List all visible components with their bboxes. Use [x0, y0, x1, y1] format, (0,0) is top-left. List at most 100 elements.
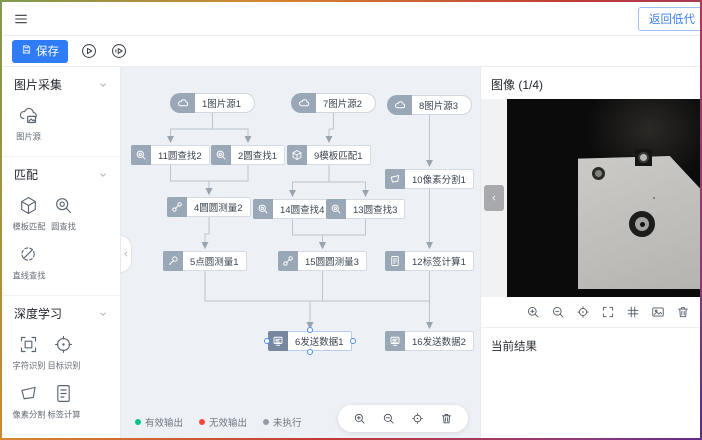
- flow-node-6发送数据1[interactable]: 6发送数据1: [268, 331, 352, 351]
- flow-node-11圆查找2[interactable]: 11圆查找2: [131, 145, 210, 165]
- flow-node-9模板匹配1[interactable]: 9模板匹配1: [287, 145, 371, 165]
- zoom-out-button[interactable]: [382, 412, 395, 425]
- flow-node-4圆圆测量2[interactable]: 4圆圆测量2: [167, 197, 251, 217]
- cube-icon: [18, 195, 39, 216]
- tool-item-模板匹配[interactable]: 模板匹配: [11, 195, 46, 233]
- section-header[interactable]: 匹配: [2, 157, 120, 188]
- section-header[interactable]: 深度学习: [2, 296, 120, 327]
- image-fit-icon: [651, 305, 665, 319]
- center-button[interactable]: [576, 305, 590, 319]
- flow-node-8图片源3[interactable]: 8图片源3: [387, 95, 472, 115]
- flow-canvas[interactable]: 1图片源1 7图片源2 8图片源3 11圆查找2 2圆查找19模板匹配1 10像素分割1 4…: [121, 67, 480, 438]
- node-label: 6发送数据1: [288, 331, 352, 351]
- image-viewer: [481, 99, 700, 297]
- run-button[interactable]: [79, 42, 98, 61]
- selection-handle[interactable]: [350, 338, 356, 344]
- tool-item-目标识别[interactable]: 目标识别: [46, 334, 81, 372]
- back-to-lowcode-button[interactable]: 返回低代: [638, 7, 700, 31]
- send-icon: [268, 331, 288, 351]
- locate-button[interactable]: [411, 412, 424, 425]
- magnifier-plus-icon: [526, 305, 540, 319]
- selection-handle[interactable]: [307, 327, 313, 333]
- flow-node-16发送数据2[interactable]: 16发送数据2: [385, 331, 474, 351]
- circle-search-icon: [131, 145, 151, 165]
- tool-item-字符识别[interactable]: 字符识别: [11, 334, 46, 372]
- polygon-icon: [18, 383, 39, 404]
- flow-node-12标签计算1[interactable]: 12标签计算1: [385, 251, 474, 271]
- legend-item: 未执行: [263, 415, 302, 429]
- flow-nodes-layer: 1图片源1 7图片源2 8图片源3 11圆查找2 2圆查找19模板匹配1 10像素分割1 4…: [121, 67, 480, 438]
- section-header[interactable]: 测量: [2, 435, 120, 438]
- prev-image-button[interactable]: [484, 185, 504, 211]
- cloud-image-icon: [18, 105, 39, 126]
- selection-handle[interactable]: [264, 338, 270, 344]
- zoom-in-button[interactable]: [353, 412, 366, 425]
- flow-node-10像素分割1[interactable]: 10像素分割1: [385, 169, 474, 189]
- fit-image-button[interactable]: [651, 305, 665, 319]
- status-legend: 有效输出无效输出未执行: [135, 415, 302, 429]
- app-window: 返回低代 保存 图片采集图片源匹配模板匹配圆查找直线查找深度学习字符识别目标识别…: [2, 2, 700, 438]
- save-label: 保存: [36, 43, 59, 59]
- tool-item-标签计算[interactable]: 标签计算: [46, 383, 81, 421]
- menu-icon[interactable]: [12, 10, 30, 28]
- delete-button[interactable]: [440, 412, 453, 425]
- tool-label: 字符识别: [12, 360, 45, 372]
- circle-search-icon: [326, 199, 346, 219]
- tool-label: 圆查找: [51, 221, 76, 233]
- tool-item-像素分割[interactable]: 像素分割: [11, 383, 46, 421]
- step-run-button[interactable]: [109, 42, 128, 61]
- flow-node-13圆查找3[interactable]: 13圆查找3: [326, 199, 405, 219]
- section-header[interactable]: 图片采集: [2, 67, 120, 98]
- trash-icon: [676, 305, 690, 319]
- sidebar-section: 匹配模板匹配圆查找直线查找: [2, 156, 120, 295]
- node-label: 2圆查找1: [231, 145, 285, 165]
- tool-item-圆查找[interactable]: 圆查找: [46, 195, 81, 233]
- node-label: 1图片源1: [195, 93, 255, 113]
- cloud-icon: [291, 93, 316, 113]
- zoom-in-button[interactable]: [526, 305, 540, 319]
- flow-node-7图片源2[interactable]: 7图片源2: [291, 93, 376, 113]
- tool-label: 直线查找: [12, 270, 45, 282]
- selection-handle[interactable]: [307, 349, 313, 355]
- cloud-icon: [387, 95, 412, 115]
- node-label: 8图片源3: [412, 95, 472, 115]
- image-counter-title: 图像 (1/4): [481, 67, 700, 99]
- tool-item-直线查找[interactable]: 直线查找: [11, 244, 46, 282]
- tool-label: 像素分割: [12, 409, 45, 421]
- locate-icon: [576, 305, 590, 319]
- action-toolbar: 保存: [2, 36, 700, 67]
- viewer-nav-strip: [481, 99, 507, 297]
- doc-icon: [385, 251, 405, 271]
- tool-item-图片源[interactable]: 图片源: [11, 105, 46, 143]
- locate-icon: [411, 412, 424, 425]
- flow-node-2圆查找1[interactable]: 2圆查找1: [211, 145, 285, 165]
- node-label: 16发送数据2: [405, 331, 474, 351]
- grid-button[interactable]: [626, 305, 640, 319]
- magnifier-minus-icon: [382, 412, 395, 425]
- polygon-icon: [385, 169, 405, 189]
- flow-node-5点圆测量1[interactable]: 5点圆测量1: [163, 251, 247, 271]
- target-icon: [53, 334, 74, 355]
- legend-label: 未执行: [273, 415, 302, 429]
- tools-sidebar: 图片采集图片源匹配模板匹配圆查找直线查找深度学习字符识别目标识别像素分割标签计算…: [2, 67, 121, 438]
- node-label: 13圆查找3: [346, 199, 405, 219]
- main-body: 图片采集图片源匹配模板匹配圆查找直线查找深度学习字符识别目标识别像素分割标签计算…: [2, 67, 700, 438]
- measure-cc-icon: [278, 251, 298, 271]
- cube-icon: [287, 145, 307, 165]
- canvas-zoom-toolbar: [338, 405, 468, 432]
- send-icon: [385, 331, 405, 351]
- zoom-out-button[interactable]: [551, 305, 565, 319]
- tool-label: 标签计算: [47, 409, 80, 421]
- fullscreen-button[interactable]: [601, 305, 615, 319]
- ocr-icon: [18, 334, 39, 355]
- delete-button[interactable]: [676, 305, 690, 319]
- flow-node-14圆查找4[interactable]: 14圆查找4: [253, 199, 332, 219]
- magnifier-plus-icon: [353, 412, 366, 425]
- flow-node-15圆圆测量3[interactable]: 15圆圆测量3: [278, 251, 367, 271]
- inspection-image[interactable]: [507, 99, 700, 297]
- flow-node-1图片源1[interactable]: 1图片源1: [170, 93, 255, 113]
- part-fiducial-square: [635, 149, 652, 166]
- section-title: 匹配: [14, 166, 38, 183]
- sidebar-section: 测量圆圆测量点圆测量点点测量: [2, 434, 120, 438]
- save-button[interactable]: 保存: [12, 40, 68, 63]
